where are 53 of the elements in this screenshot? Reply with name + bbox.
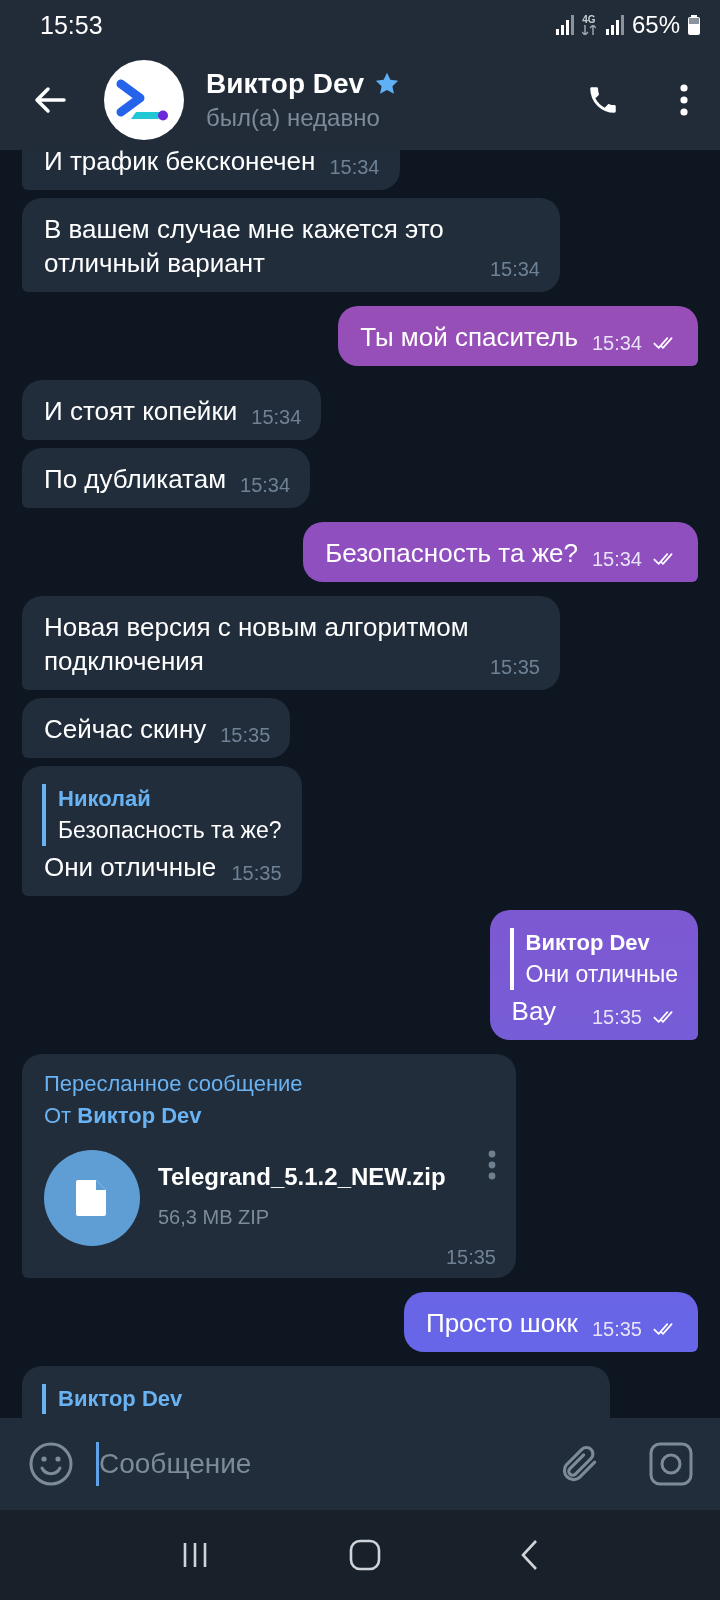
reply-quote[interactable]: Николай Безопасность та же? xyxy=(42,784,282,846)
last-seen-status: был(а) недавно xyxy=(206,104,381,132)
reply-author: Виктор Dev xyxy=(525,929,651,957)
message-time: 15:35 xyxy=(220,724,271,746)
reply-quote[interactable]: Виктор Dev xyxy=(42,1384,590,1414)
signal-icon xyxy=(553,15,574,35)
reply-quote[interactable]: Виктор Dev Они отличные xyxy=(509,928,678,990)
message-text: Просто шокк xyxy=(425,1308,578,1338)
reply-text: Безопасность та же? xyxy=(58,816,282,845)
data-arrows-icon xyxy=(581,25,596,35)
message-text: Ты мой спаситель xyxy=(360,322,578,352)
contact-name: Виктор Dev xyxy=(206,68,365,100)
file-name: Telegrand_5.1.2_NEW.zip xyxy=(158,1162,447,1192)
message-text: В вашем случае мне кажется это отличный вариант xyxy=(44,214,444,278)
message-time: 15:34 xyxy=(329,156,380,178)
message-time: 15:35 xyxy=(445,1246,496,1268)
more-icon xyxy=(680,83,688,117)
message-time: 15:35 xyxy=(591,1318,642,1340)
more-icon[interactable] xyxy=(488,1150,496,1180)
file-icon[interactable] xyxy=(44,1150,140,1246)
message-text: И стоят копейки xyxy=(44,396,238,426)
forwarded-from: От Виктор Dev xyxy=(44,1102,203,1130)
message-time: 15:34 xyxy=(591,548,642,570)
message-time: 15:34 xyxy=(591,332,642,354)
clock-time: 15:53 xyxy=(40,10,103,40)
reply-author: Николай xyxy=(58,785,152,813)
message-time: 15:35 xyxy=(231,862,282,884)
message-text: Они отличные xyxy=(44,852,217,882)
battery-level: 65% xyxy=(631,11,680,39)
battery-icon xyxy=(688,15,700,35)
message-text: Новая версия с новым алгоритмом подключения xyxy=(44,612,469,676)
message-text: Безопасность та же? xyxy=(325,538,578,568)
file-size: 56,3 MB ZIP xyxy=(158,1205,271,1230)
text-cursor xyxy=(96,1442,99,1486)
message-time: 15:34 xyxy=(251,406,302,428)
reply-text: Они отличные xyxy=(525,960,678,989)
message-time: 15:35 xyxy=(591,1006,642,1028)
message-text: По дубликатам xyxy=(44,464,227,494)
message-text: Вау xyxy=(511,996,557,1026)
message-time: 15:34 xyxy=(489,258,540,280)
message-text: Сейчас скину xyxy=(44,714,207,744)
signal-icon xyxy=(603,15,624,35)
back-arrow-icon xyxy=(34,86,66,114)
avatar[interactable] xyxy=(104,60,184,140)
message-time: 15:34 xyxy=(240,474,291,496)
home-icon xyxy=(349,1539,381,1571)
camera-icon xyxy=(648,1441,694,1487)
reply-author: Виктор Dev xyxy=(58,1385,184,1413)
smiley-icon xyxy=(28,1441,74,1487)
forwarded-label: Пересланное сообщение xyxy=(44,1070,304,1098)
message-time: 15:35 xyxy=(489,656,540,678)
network-type: 4G xyxy=(582,15,596,25)
message-text: И трафик бексконечен xyxy=(44,150,316,176)
